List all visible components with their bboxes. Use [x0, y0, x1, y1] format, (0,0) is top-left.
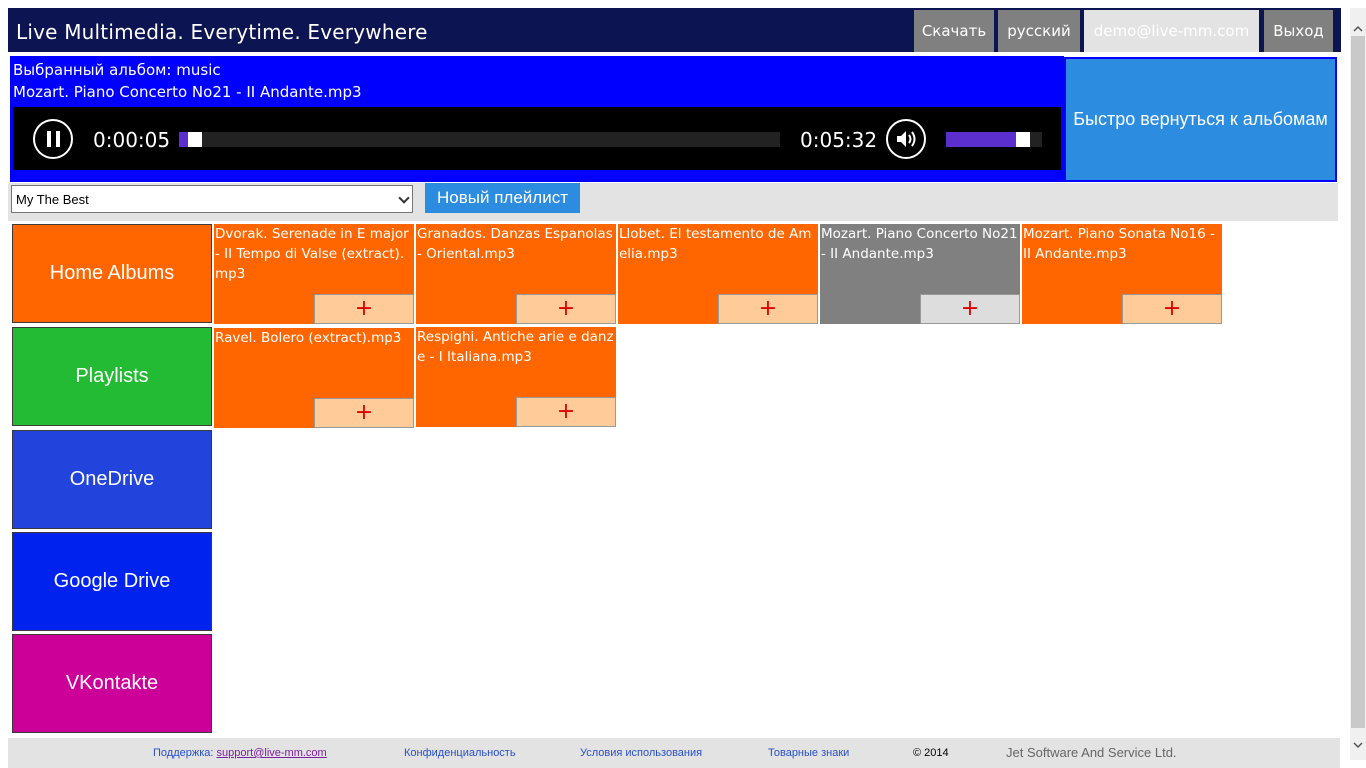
footer-support-label: Поддержка: — [153, 747, 214, 759]
add-to-playlist-button[interactable]: + — [718, 294, 818, 324]
progress-fill — [179, 132, 188, 147]
progress-slider[interactable] — [179, 132, 780, 147]
scroll-up-arrow-icon[interactable] — [1351, 22, 1365, 36]
pause-icon — [47, 131, 51, 147]
volume-handle[interactable] — [1016, 132, 1030, 147]
track-tile[interactable]: Llobet. El testamento de Amelia.mp3 + — [618, 224, 818, 324]
track-name: Dvorak. Serenade in E major - II Tempo d… — [215, 226, 409, 282]
footer-support: Поддержка: support@live-mm.com — [153, 747, 327, 759]
progress-handle[interactable] — [188, 132, 202, 147]
playlist-select[interactable]: My The Best — [11, 185, 413, 213]
footer-support-email-link[interactable]: support@live-mm.com — [217, 747, 327, 759]
volume-fill — [946, 132, 1016, 147]
footer-company: Jet Software And Service Ltd. — [1006, 745, 1177, 760]
track-tile[interactable]: Mozart. Piano Sonata No16 - II Andante.m… — [1022, 224, 1222, 324]
pause-button[interactable] — [33, 119, 73, 159]
sidebar-item-vkontakte[interactable]: VKontakte — [12, 634, 212, 733]
playlist-select-value: My The Best — [16, 191, 89, 207]
add-to-playlist-button[interactable]: + — [920, 294, 1020, 324]
track-tile[interactable]: Granados. Danzas Espanolas - Oriental.mp… — [416, 224, 616, 324]
player-controls: 0:00:05 0:05:32 — [13, 107, 1061, 170]
track-tile[interactable]: Ravel. Bolero (extract).mp3 + — [214, 328, 414, 428]
track-name: Ravel. Bolero (extract).mp3 — [215, 330, 402, 346]
footer: Поддержка: support@live-mm.com Конфиденц… — [8, 738, 1340, 768]
current-track-title: Mozart. Piano Concerto No21 - II Andante… — [13, 83, 362, 101]
speaker-icon — [897, 131, 916, 147]
chevron-down-icon — [398, 192, 410, 204]
logout-button[interactable]: Выход — [1264, 10, 1333, 52]
track-name: Mozart. Piano Concerto No21 - II Andante… — [821, 226, 1018, 262]
sidebar-item-onedrive[interactable]: OneDrive — [12, 430, 212, 529]
track-name: Llobet. El testamento de Amelia.mp3 — [619, 226, 812, 262]
back-to-albums-button[interactable]: Быстро вернуться к альбомам — [1064, 57, 1337, 182]
track-tile[interactable]: Respighi. Antiche arie e danze - I Itali… — [416, 327, 616, 427]
track-tile-active[interactable]: Mozart. Piano Concerto No21 - II Andante… — [820, 224, 1020, 324]
selected-album-label: Выбранный альбом: music — [13, 61, 221, 79]
track-name: Respighi. Antiche arie e danze - I Itali… — [417, 329, 614, 365]
footer-copyright: © 2014 — [913, 747, 949, 759]
current-time: 0:00:05 — [93, 128, 171, 152]
pause-icon-bar — [56, 131, 60, 147]
scrollbar-thumb[interactable] — [1351, 36, 1365, 728]
track-name: Mozart. Piano Sonata No16 - II Andante.m… — [1023, 226, 1215, 262]
player-panel: Выбранный альбом: music Mozart. Piano Co… — [10, 56, 1064, 182]
track-name: Granados. Danzas Espanolas - Oriental.mp… — [417, 226, 613, 262]
sidebar-item-playlists[interactable]: Playlists — [12, 327, 212, 426]
footer-privacy-link[interactable]: Конфиденциальность — [404, 747, 516, 759]
add-to-playlist-button[interactable]: + — [314, 398, 414, 428]
add-to-playlist-button[interactable]: + — [1122, 294, 1222, 324]
footer-trademarks-link[interactable]: Товарные знаки — [768, 747, 849, 759]
add-to-playlist-button[interactable]: + — [516, 294, 616, 324]
account-button[interactable]: demo@live-mm.com — [1084, 10, 1259, 52]
download-button[interactable]: Скачать — [914, 10, 994, 52]
track-tile[interactable]: Dvorak. Serenade in E major - II Tempo d… — [214, 224, 414, 324]
playlist-toolbar: My The Best Новый плейлист — [8, 183, 1338, 221]
footer-terms-link[interactable]: Условия использования — [580, 747, 702, 759]
add-to-playlist-button[interactable]: + — [516, 397, 616, 427]
volume-slider[interactable] — [946, 132, 1042, 147]
scroll-down-arrow-icon[interactable] — [1351, 738, 1365, 752]
app-title: Live Multimedia. Everytime. Everywhere — [16, 20, 428, 44]
new-playlist-button[interactable]: Новый плейлист — [425, 183, 580, 213]
volume-button[interactable] — [886, 119, 926, 159]
top-header: Live Multimedia. Everytime. Everywhere С… — [8, 8, 1341, 52]
sidebar-item-home-albums[interactable]: Home Albums — [12, 224, 212, 323]
language-button[interactable]: русский — [998, 10, 1080, 52]
add-to-playlist-button[interactable]: + — [314, 294, 414, 324]
sidebar-item-google-drive[interactable]: Google Drive — [12, 532, 212, 631]
total-time: 0:05:32 — [800, 128, 878, 152]
